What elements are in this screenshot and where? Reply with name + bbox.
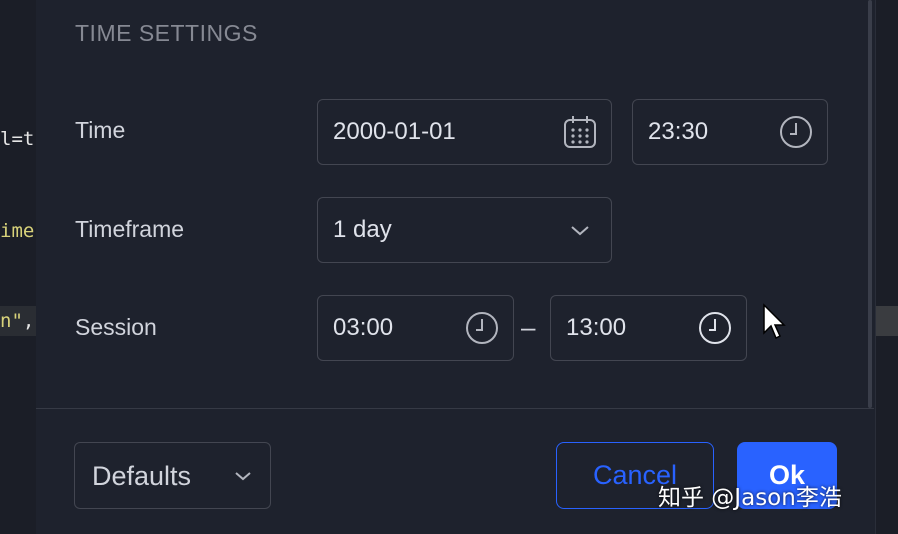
session-end-value: 13:00 — [566, 314, 627, 341]
section-title: TIME SETTINGS — [75, 20, 258, 46]
time-value: 23:30 — [648, 118, 709, 145]
code-fragment: l=t — [0, 128, 35, 150]
watermark: 知乎 @Jason李浩 — [658, 485, 842, 511]
highlighted-line — [874, 306, 898, 336]
code-fragment: ime — [0, 220, 35, 242]
chevron-down-icon — [571, 226, 589, 236]
time-label: Time — [75, 117, 126, 143]
clock-icon[interactable] — [465, 311, 499, 345]
session-start-value: 03:00 — [333, 314, 394, 341]
session-end-input[interactable]: 13:00 — [550, 295, 747, 361]
time-settings-dialog: TIME SETTINGS Time 2000-01-01 23:30 Time… — [36, 0, 876, 534]
code-editor-background: l=t ime n", — [0, 0, 40, 534]
timeframe-value: 1 day — [333, 216, 392, 243]
session-label: Session — [75, 314, 157, 340]
chevron-down-icon — [235, 472, 251, 481]
clock-icon[interactable] — [698, 311, 732, 345]
timeframe-label: Timeframe — [75, 216, 185, 242]
dialog-scrollbar[interactable] — [868, 0, 872, 408]
defaults-label: Defaults — [92, 461, 192, 491]
right-background — [874, 0, 898, 534]
clock-icon[interactable] — [779, 115, 813, 149]
footer-divider — [36, 408, 874, 409]
date-input[interactable]: 2000-01-01 — [317, 99, 612, 165]
session-separator: – — [521, 312, 536, 342]
code-punct: , — [22, 310, 35, 332]
defaults-dropdown[interactable]: Defaults — [74, 442, 271, 509]
date-value: 2000-01-01 — [333, 118, 456, 145]
calendar-icon[interactable] — [563, 115, 597, 149]
code-fragment: n", — [0, 310, 34, 332]
session-start-input[interactable]: 03:00 — [317, 295, 514, 361]
timeframe-select[interactable]: 1 day — [317, 197, 612, 263]
mouse-cursor-icon — [763, 303, 786, 340]
code-string: n" — [0, 310, 23, 332]
time-input[interactable]: 23:30 — [632, 99, 828, 165]
